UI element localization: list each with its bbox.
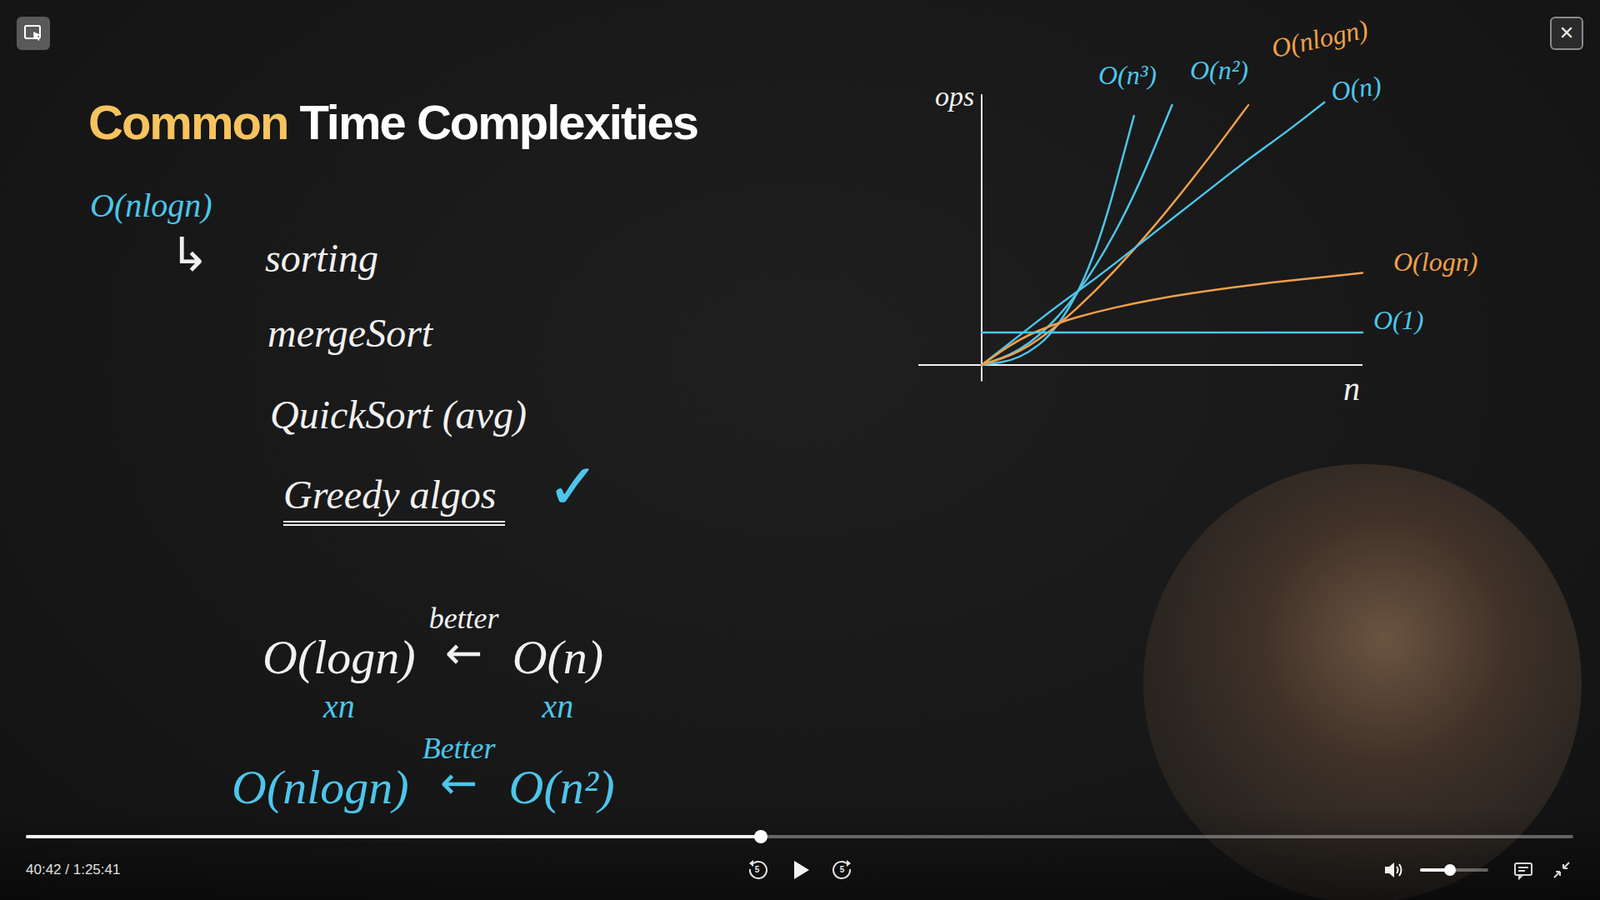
series-label: O(n) xyxy=(1329,70,1384,108)
control-left: 40:42 / 1:25:41 xyxy=(25,858,746,882)
rewind-button[interactable]: 5 xyxy=(745,858,770,882)
series-line xyxy=(981,273,1363,366)
progress-track[interactable] xyxy=(25,835,1574,839)
series-label: O(n³) xyxy=(1098,60,1157,91)
series-line xyxy=(981,105,1173,365)
series-line xyxy=(981,331,1363,335)
progress-knob[interactable] xyxy=(754,830,768,844)
comparison-arrow: better← xyxy=(429,601,500,676)
close-button[interactable]: ✕ xyxy=(1550,16,1584,50)
control-row: 40:42 / 1:25:4155 xyxy=(25,855,1574,885)
x-axis-label: n xyxy=(1343,370,1360,409)
progress-fill xyxy=(25,835,761,839)
series-line xyxy=(981,102,1325,365)
term-text: O(n) xyxy=(512,630,605,686)
bullet-arrow: ↳ xyxy=(170,228,210,282)
check-mark: ✓ xyxy=(546,450,600,523)
rewind-seconds: 5 xyxy=(755,865,760,875)
comparison-term: O(n)xn xyxy=(512,630,605,726)
forward-seconds: 5 xyxy=(840,865,845,875)
captions-icon[interactable] xyxy=(1511,858,1535,882)
term-text: O(n²) xyxy=(509,760,615,816)
list-item: Greedy algos xyxy=(283,471,505,526)
term-note: xn xyxy=(542,687,575,726)
close-glyph: ✕ xyxy=(1559,24,1575,43)
title-highlight: Common xyxy=(88,95,288,150)
term-text: O(logn) xyxy=(262,630,416,686)
comparison: O(nlogn)Better←O(n²) xyxy=(231,760,615,816)
series xyxy=(981,105,1249,365)
play-button[interactable] xyxy=(787,857,813,883)
series-label: O(1) xyxy=(1373,305,1424,336)
list-item: QuickSort (avg) xyxy=(270,391,527,441)
player-controls: 40:42 / 1:25:4155 xyxy=(0,808,1600,900)
series xyxy=(981,105,1173,365)
series-line xyxy=(981,105,1249,365)
arrow-glyph: ← xyxy=(445,630,483,676)
title-rest: Time Complexities xyxy=(299,95,697,150)
screen-capture-icon[interactable] xyxy=(16,16,50,50)
volume-icon[interactable] xyxy=(1381,858,1405,882)
time-display: 40:42 / 1:25:41 xyxy=(25,858,120,882)
heading: O(nlogn) xyxy=(90,186,213,225)
series-label: O(n²) xyxy=(1190,55,1249,86)
volume-slider[interactable] xyxy=(1420,868,1489,872)
complexity-chart xyxy=(916,16,1584,434)
term-text: O(nlogn) xyxy=(231,760,410,816)
comparison-term: O(nlogn) xyxy=(231,760,410,816)
list-item: mergeSort xyxy=(267,310,433,360)
term-note: xn xyxy=(323,687,355,726)
control-right xyxy=(854,858,1575,882)
series xyxy=(981,102,1325,365)
volume-knob[interactable] xyxy=(1444,864,1456,876)
series xyxy=(981,273,1363,366)
slide-title: Common Time Complexities xyxy=(88,93,698,152)
series-label: O(nlogn) xyxy=(1268,13,1370,64)
comparison: O(logn)xnbetter←O(n)xn xyxy=(262,630,604,726)
forward-button[interactable]: 5 xyxy=(830,858,855,882)
comparison-term: O(n²) xyxy=(509,760,615,816)
list-item: sorting xyxy=(265,235,379,285)
y-axis-label: ops xyxy=(935,80,975,113)
series-label: O(logn) xyxy=(1393,246,1478,278)
axis xyxy=(980,94,983,382)
arrow-glyph: ← xyxy=(440,760,478,806)
comparison-term: O(logn)xn xyxy=(262,630,416,726)
control-center: 55 xyxy=(745,857,855,883)
comparison-arrow: Better← xyxy=(422,731,496,806)
series xyxy=(981,332,1363,334)
exit-fullscreen-icon[interactable] xyxy=(1550,858,1574,882)
